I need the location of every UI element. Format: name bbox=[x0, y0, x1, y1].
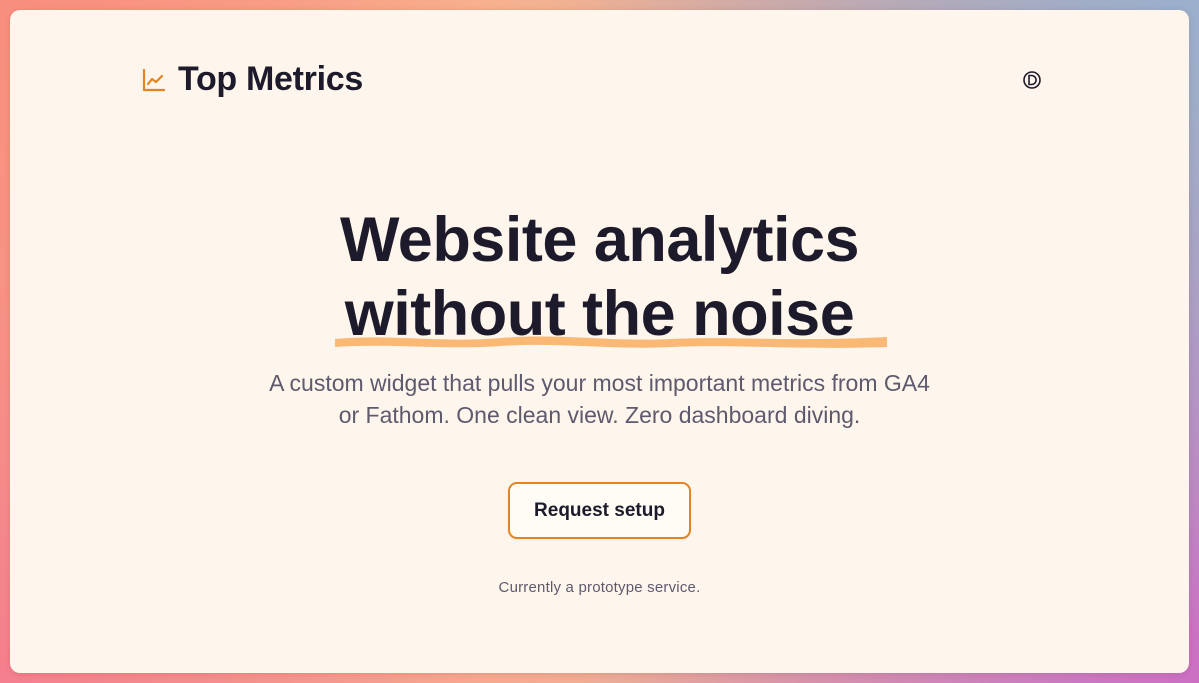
hero-subtitle-line1: A custom widget that pulls your most imp… bbox=[269, 370, 930, 396]
request-setup-button[interactable]: Request setup bbox=[508, 482, 691, 539]
hero-subtitle: A custom widget that pulls your most imp… bbox=[10, 367, 1189, 431]
hero-title-line2-wrap: without the noise bbox=[10, 277, 1189, 351]
prototype-note: Currently a prototype service. bbox=[498, 579, 701, 596]
brand[interactable]: Top Metrics bbox=[141, 60, 363, 99]
hero-title-line2-inner: without the noise bbox=[334, 277, 887, 351]
theme-toggle-icon[interactable] bbox=[1022, 70, 1042, 90]
line-chart-icon bbox=[141, 67, 167, 93]
hero-subtitle-line2: or Fathom. One clean view. Zero dashboar… bbox=[338, 402, 861, 428]
hero-title: Website analytics without the noise bbox=[10, 203, 1189, 351]
hero-title-line1: Website analytics bbox=[339, 205, 860, 275]
hero-title-line2: without the noise bbox=[344, 279, 855, 349]
app-window: Top Metrics Website analytics without th… bbox=[10, 10, 1189, 673]
brand-name: Top Metrics bbox=[178, 60, 363, 98]
